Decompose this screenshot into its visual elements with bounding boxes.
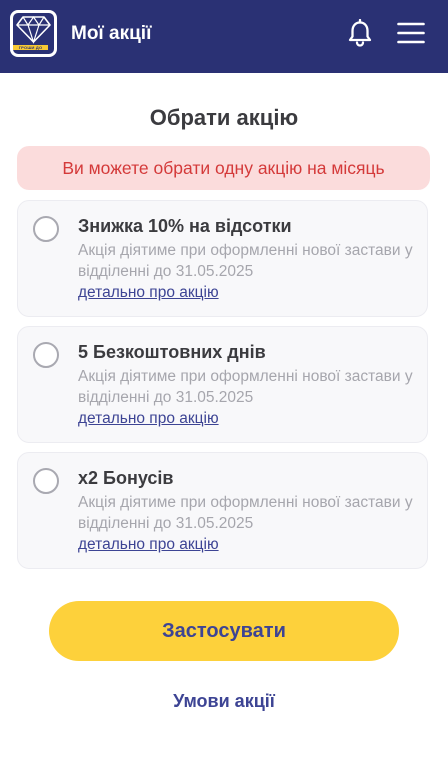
promo-description: Акція діятиме при оформленні нової заста… xyxy=(78,494,413,532)
promo-title: 5 Безкоштовних днів xyxy=(78,342,266,362)
apply-button[interactable]: Застосувати xyxy=(49,601,399,661)
monthly-limit-alert: Ви можете обрати одну акцію на місяць xyxy=(17,146,430,190)
promo-radio[interactable] xyxy=(33,342,59,368)
promo-terms-link[interactable]: Умови акції xyxy=(0,689,448,713)
promo-title: х2 Бонусів xyxy=(78,468,174,488)
promo-description: Акція діятиме при оформленні нової заста… xyxy=(78,368,413,406)
promo-details-link[interactable]: детально про акцію xyxy=(78,283,219,303)
promo-card-double-bonus[interactable]: х2 Бонусів Акція діятиме при оформленні … xyxy=(17,452,428,569)
page-title: Обрати акцію xyxy=(149,105,299,130)
promo-details-link[interactable]: детально про акцію xyxy=(78,535,219,555)
promo-card-discount[interactable]: Знижка 10% на відсотки Акція діятиме при… xyxy=(17,200,428,317)
promo-radio[interactable] xyxy=(33,216,59,242)
promo-title: Знижка 10% на відсотки xyxy=(78,216,292,236)
app-header: ГРОШИ ДО ЗАРПЛАТИ Мої акції xyxy=(0,0,448,73)
header-title: Мої акції xyxy=(71,23,152,44)
promo-radio[interactable] xyxy=(33,468,59,494)
hamburger-menu-icon[interactable] xyxy=(397,21,425,45)
diamond-icon xyxy=(16,15,51,44)
logo-strip-text: ГРОШИ ДО ЗАРПЛАТИ xyxy=(13,45,48,55)
promo-card-free-days[interactable]: 5 Безкоштовних днів Акція діятиме при оф… xyxy=(17,326,428,443)
promo-details-link[interactable]: детально про акцію xyxy=(78,409,219,429)
bell-icon[interactable] xyxy=(346,19,374,47)
app-logo[interactable]: ГРОШИ ДО ЗАРПЛАТИ xyxy=(10,10,57,57)
promo-description: Акція діятиме при оформленні нової заста… xyxy=(78,242,413,280)
